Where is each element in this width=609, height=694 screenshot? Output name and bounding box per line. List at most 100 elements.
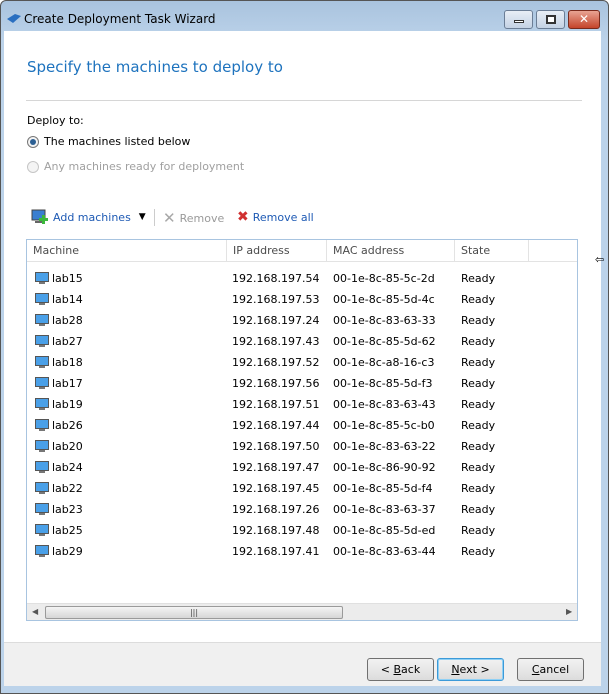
machine-name-cell: lab20 — [52, 440, 83, 453]
table-row[interactable]: lab17 192.168.197.56 00-1e-8c-85-5d-f3 Read… — [27, 373, 577, 394]
computer-icon — [35, 503, 49, 515]
close-button[interactable]: ✕ — [568, 10, 600, 29]
toolbar-separator — [154, 209, 155, 226]
deploy-to-label: Deploy to: — [27, 114, 84, 127]
table-row[interactable]: lab15 192.168.197.54 00-1e-8c-85-5c-2d Read… — [27, 268, 577, 289]
state-cell: Ready — [461, 419, 496, 432]
dropdown-arrow-icon[interactable]: ▼ — [139, 212, 146, 222]
machine-name-cell: lab27 — [52, 335, 83, 348]
machine-name-cell: lab19 — [52, 398, 83, 411]
mac-address-cell: 00-1e-8c-86-90-92 — [333, 461, 436, 474]
computer-icon — [35, 419, 49, 431]
mac-address-cell: 00-1e-8c-85-5d-ed — [333, 524, 436, 537]
computer-icon — [35, 398, 49, 410]
table-header: Machine IP address MAC address State — [27, 240, 577, 262]
mac-address-cell: 00-1e-8c-85-5d-f3 — [333, 377, 433, 390]
page-title: Specify the machines to deploy to — [27, 58, 283, 76]
machine-name-cell: lab23 — [52, 503, 83, 516]
state-cell: Ready — [461, 461, 496, 474]
window-title: Create Deployment Task Wizard — [24, 12, 216, 26]
computer-icon — [35, 314, 49, 326]
ip-address-cell: 192.168.197.44 — [232, 419, 320, 432]
machine-name-cell: lab17 — [52, 377, 83, 390]
mac-address-cell: 00-1e-8c-85-5c-2d — [333, 272, 435, 285]
state-cell: Ready — [461, 377, 496, 390]
computer-icon — [35, 356, 49, 368]
table-row[interactable]: lab28 192.168.197.24 00-1e-8c-83-63-33 Read… — [27, 310, 577, 331]
computer-icon — [35, 482, 49, 494]
machines-table[interactable]: Machine IP address MAC address State lab… — [26, 239, 578, 621]
add-machines-label: Add machines — [53, 210, 131, 224]
computer-icon — [35, 545, 49, 557]
add-machines-button[interactable]: Add machines ▼ — [31, 209, 146, 225]
back-button[interactable]: < Back — [367, 658, 434, 681]
state-cell: Ready — [461, 314, 496, 327]
table-row[interactable]: lab27 192.168.197.43 00-1e-8c-85-5d-62 Read… — [27, 331, 577, 352]
ip-address-cell: 192.168.197.51 — [232, 398, 320, 411]
ip-address-cell: 192.168.197.47 — [232, 461, 320, 474]
horizontal-scrollbar[interactable]: ◀ ||| ▶ — [27, 603, 577, 620]
column-header-ip[interactable]: IP address — [227, 240, 327, 262]
remove-label: Remove — [179, 211, 225, 225]
computer-icon — [35, 524, 49, 536]
computer-icon — [35, 293, 49, 305]
ip-address-cell: 192.168.197.53 — [232, 293, 320, 306]
minimize-button[interactable] — [504, 10, 533, 29]
radio-any-machines: Any machines ready for deployment — [27, 160, 244, 173]
cancel-button[interactable]: Cancel — [517, 658, 584, 681]
table-row[interactable]: lab18 192.168.197.52 00-1e-8c-a8-16-c3 Read… — [27, 352, 577, 373]
state-cell: Ready — [461, 356, 496, 369]
radio-listed-machines[interactable]: The machines listed below — [27, 135, 190, 148]
scroll-right-icon[interactable]: ▶ — [566, 607, 572, 616]
ip-address-cell: 192.168.197.26 — [232, 503, 320, 516]
mac-address-cell: 00-1e-8c-83-63-44 — [333, 545, 436, 558]
table-row[interactable]: lab24 192.168.197.47 00-1e-8c-86-90-92 Read… — [27, 457, 577, 478]
ip-address-cell: 192.168.197.52 — [232, 356, 320, 369]
state-cell: Ready — [461, 398, 496, 411]
machine-name-cell: lab24 — [52, 461, 83, 474]
column-header-mac[interactable]: MAC address — [327, 240, 455, 262]
ip-address-cell: 192.168.197.56 — [232, 377, 320, 390]
mac-address-cell: 00-1e-8c-a8-16-c3 — [333, 356, 435, 369]
mac-address-cell: 00-1e-8c-83-63-43 — [333, 398, 436, 411]
machine-name-cell: lab22 — [52, 482, 83, 495]
remove-button[interactable]: ✕ Remove — [163, 209, 224, 227]
machine-name-cell: lab18 — [52, 356, 83, 369]
scrollbar-thumb[interactable]: ||| — [45, 606, 343, 619]
machine-name-cell: lab15 — [52, 272, 83, 285]
maximize-button[interactable] — [536, 10, 565, 29]
state-cell: Ready — [461, 482, 496, 495]
table-row[interactable]: lab29 192.168.197.41 00-1e-8c-83-63-44 Read… — [27, 541, 577, 562]
mac-address-cell: 00-1e-8c-83-63-33 — [333, 314, 436, 327]
ip-address-cell: 192.168.197.24 — [232, 314, 320, 327]
machine-name-cell: lab25 — [52, 524, 83, 537]
mac-address-cell: 00-1e-8c-85-5c-b0 — [333, 419, 435, 432]
mac-address-cell: 00-1e-8c-85-5d-4c — [333, 293, 435, 306]
table-row[interactable]: lab26 192.168.197.44 00-1e-8c-85-5c-b0 Read… — [27, 415, 577, 436]
machine-name-cell: lab28 — [52, 314, 83, 327]
state-cell: Ready — [461, 503, 496, 516]
scroll-left-icon[interactable]: ◀ — [32, 607, 38, 616]
wizard-footer: < Back Next > Cancel — [4, 642, 601, 686]
ip-address-cell: 192.168.197.54 — [232, 272, 320, 285]
ip-address-cell: 192.168.197.45 — [232, 482, 320, 495]
column-header-state[interactable]: State — [455, 240, 529, 262]
table-row[interactable]: lab25 192.168.197.48 00-1e-8c-85-5d-ed Read… — [27, 520, 577, 541]
radio-unselected-icon — [27, 160, 39, 173]
machine-name-cell: lab29 — [52, 545, 83, 558]
computer-icon — [35, 377, 49, 389]
table-row[interactable]: lab23 192.168.197.26 00-1e-8c-83-63-37 Read… — [27, 499, 577, 520]
table-row[interactable]: lab22 192.168.197.45 00-1e-8c-85-5d-f4 Read… — [27, 478, 577, 499]
column-header-machine[interactable]: Machine — [27, 240, 227, 262]
app-icon — [7, 14, 21, 23]
computer-icon — [35, 335, 49, 347]
table-row[interactable]: lab20 192.168.197.50 00-1e-8c-83-63-22 Read… — [27, 436, 577, 457]
next-button[interactable]: Next > — [437, 658, 504, 681]
ip-address-cell: 192.168.197.50 — [232, 440, 320, 453]
table-row[interactable]: lab19 192.168.197.51 00-1e-8c-83-63-43 Read… — [27, 394, 577, 415]
table-row[interactable]: lab14 192.168.197.53 00-1e-8c-85-5d-4c Read… — [27, 289, 577, 310]
state-cell: Ready — [461, 440, 496, 453]
window-frame: Create Deployment Task Wizard ✕ Specify … — [0, 0, 609, 694]
remove-all-button[interactable]: ✖ Remove all — [237, 209, 314, 225]
state-cell: Ready — [461, 335, 496, 348]
